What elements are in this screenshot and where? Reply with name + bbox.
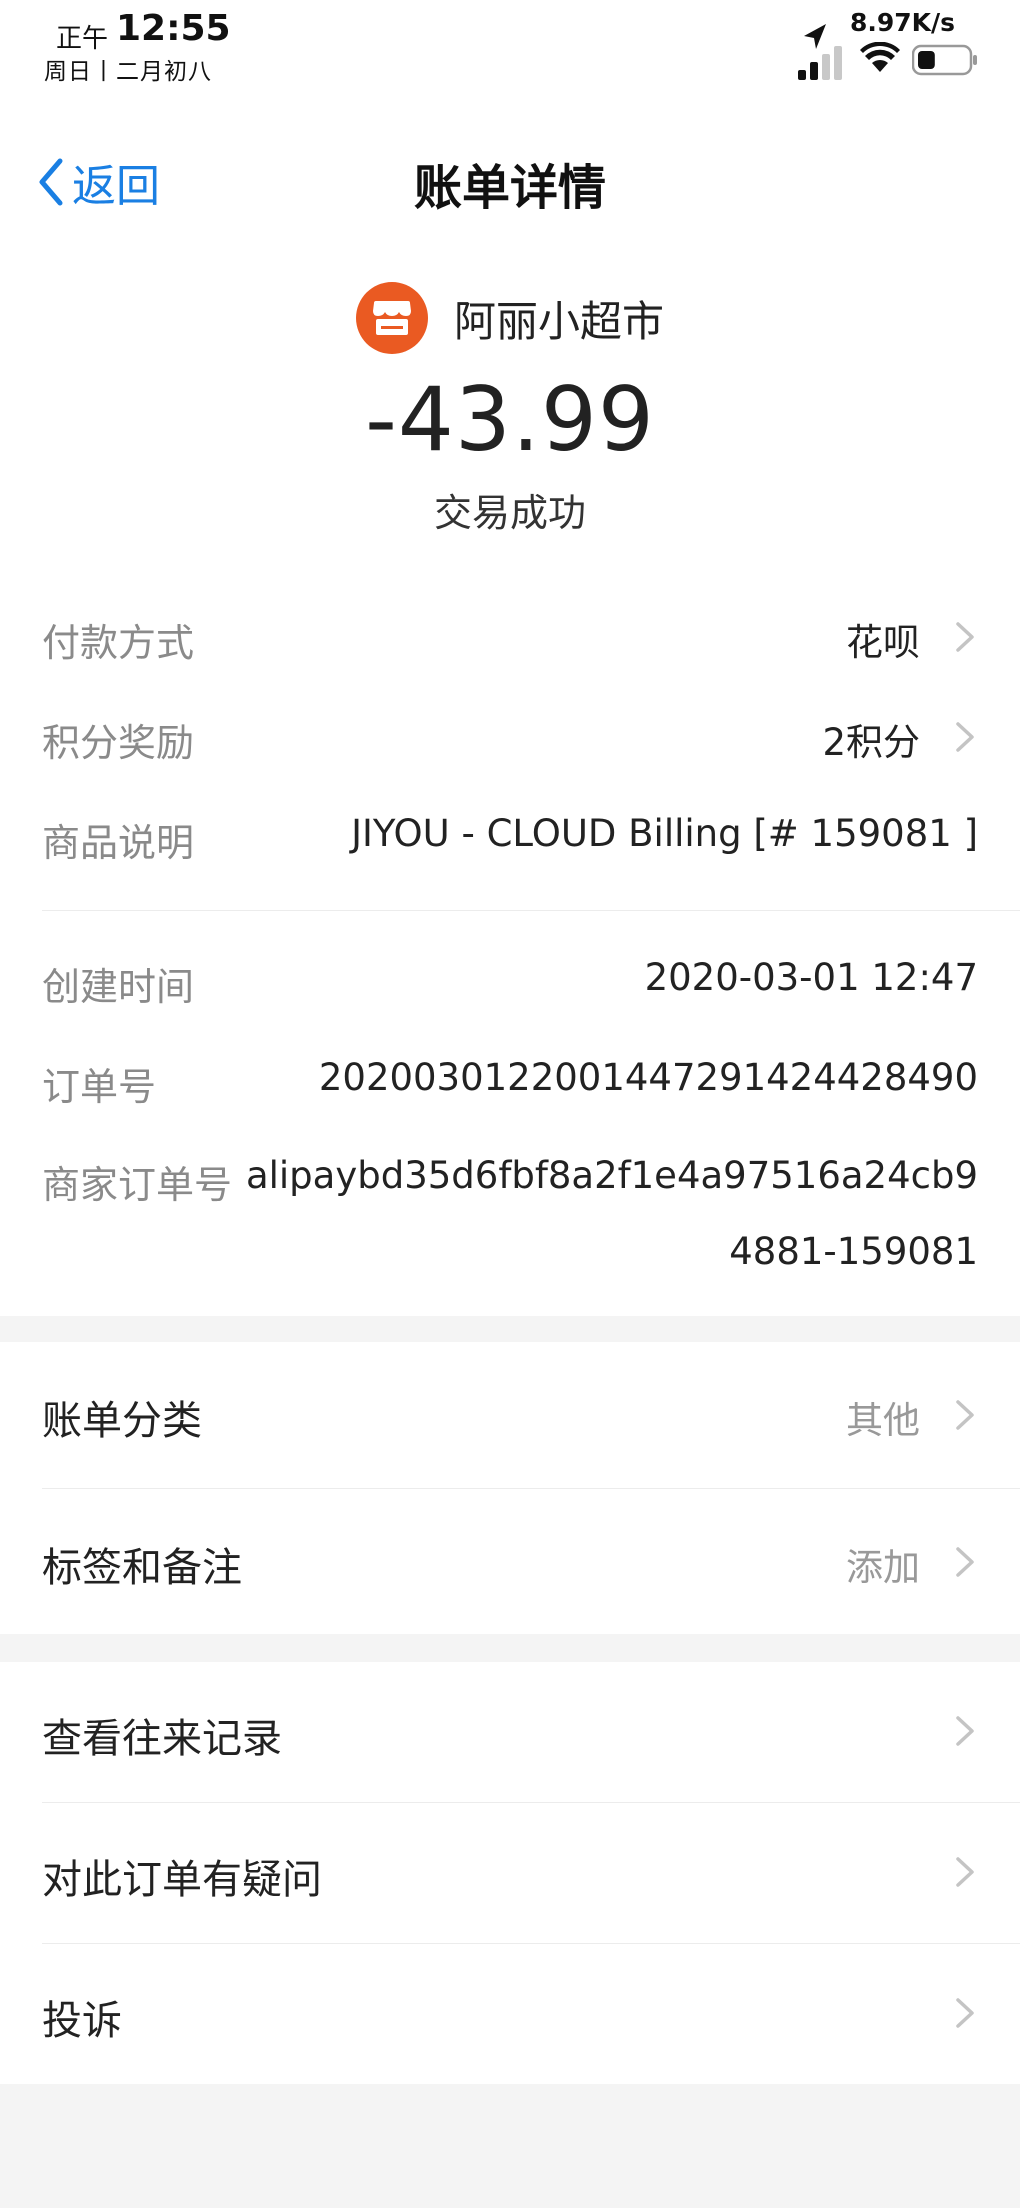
tags-notes-row[interactable]: 标签和备注 添加: [0, 1489, 1020, 1634]
detail-value: 2020030122001447291424428490: [318, 1056, 978, 1099]
navigation-bar: 返回 账单详情: [0, 100, 1020, 260]
row-label: 投诉: [42, 1998, 122, 2044]
bill-category-row[interactable]: 账单分类 其他: [0, 1342, 1020, 1488]
detail-label: 创建时间: [42, 965, 195, 1009]
settings-group: 账单分类 其他 标签和备注 添加: [0, 1342, 1020, 1634]
wifi-icon: [860, 42, 900, 72]
detail-value-line2: 4881-159081: [729, 1230, 978, 1273]
row-label: 标签和备注: [42, 1545, 242, 1591]
detail-value: JIYOU - CLOUD Billing [# 159081 ]: [351, 812, 978, 855]
bill-detail-page: 正午 12:55 周日丨二月初八 8.97K/s 返回 账单详情 阿丽小超市 -…: [0, 0, 1020, 2208]
detail-row-created-time: 创建时间 2020-03-01 12:47: [42, 956, 978, 1016]
transaction-details: 付款方式 花呗 积分奖励 2积分 商品说明 JIYOU - CLOUD Bill…: [0, 570, 1020, 1316]
row-label: 对此订单有疑问: [42, 1857, 322, 1903]
divider: [42, 910, 1020, 911]
detail-row-points[interactable]: 积分奖励 2积分: [42, 712, 978, 772]
row-value: 其他: [846, 1399, 920, 1442]
detail-row-payment-method[interactable]: 付款方式 花呗: [42, 612, 978, 672]
merchant-logo: [355, 282, 428, 354]
time-prefix: 正午: [56, 24, 109, 54]
transaction-summary: 阿丽小超市 -43.99 交易成功: [0, 260, 1020, 570]
status-icons: [794, 22, 984, 82]
detail-label: 商家订单号: [42, 1163, 233, 1207]
row-value: 添加: [846, 1546, 920, 1589]
row-label: 查看往来记录: [42, 1716, 282, 1762]
detail-label: 积分奖励: [42, 721, 195, 765]
chevron-right-icon: [956, 1998, 974, 2028]
chevron-right-icon: [956, 1716, 974, 1746]
detail-label: 订单号: [42, 1065, 157, 1109]
complaint-row[interactable]: 投诉: [0, 1944, 1020, 2084]
chevron-right-icon: [956, 722, 974, 752]
actions-group: 查看往来记录 对此订单有疑问 投诉: [0, 1662, 1020, 2084]
lunar-date: 周日丨二月初八: [44, 59, 212, 85]
transaction-amount: -43.99: [365, 368, 655, 471]
detail-label: 付款方式: [42, 621, 195, 665]
detail-value: 2积分: [822, 721, 920, 764]
merchant-name: 阿丽小超市: [453, 296, 664, 346]
clock: 12:55: [116, 8, 231, 49]
chevron-right-icon: [956, 1857, 974, 1887]
page-title: 账单详情: [413, 160, 606, 216]
detail-row-order-number: 订单号 2020030122001447291424428490: [42, 1056, 978, 1116]
view-history-row[interactable]: 查看往来记录: [0, 1662, 1020, 1802]
detail-row-product-description: 商品说明 JIYOU - CLOUD Billing [# 159081 ]: [42, 812, 978, 872]
chevron-right-icon: [956, 1400, 974, 1430]
merchant: 阿丽小超市: [0, 282, 1020, 354]
chevron-right-icon: [956, 622, 974, 652]
detail-value-line1: alipaybd35d6fbf8a2f1e4a97516a24cb9: [245, 1154, 978, 1197]
order-question-row[interactable]: 对此订单有疑问: [0, 1803, 1020, 1943]
transaction-status: 交易成功: [433, 491, 586, 535]
signal-icon: [798, 46, 842, 80]
detail-label: 商品说明: [42, 821, 195, 865]
battery-icon: [912, 44, 977, 76]
detail-value: 2020-03-01 12:47: [644, 956, 978, 999]
chevron-right-icon: [956, 1547, 974, 1577]
status-bar: 正午 12:55 周日丨二月初八 8.97K/s: [0, 0, 1020, 100]
store-icon: [372, 301, 411, 335]
detail-row-merchant-order-number: 商家订单号 alipaybd35d6fbf8a2f1e4a97516a24cb9…: [42, 1150, 978, 1280]
detail-value: 花呗: [846, 621, 920, 664]
row-label: 账单分类: [42, 1398, 202, 1444]
